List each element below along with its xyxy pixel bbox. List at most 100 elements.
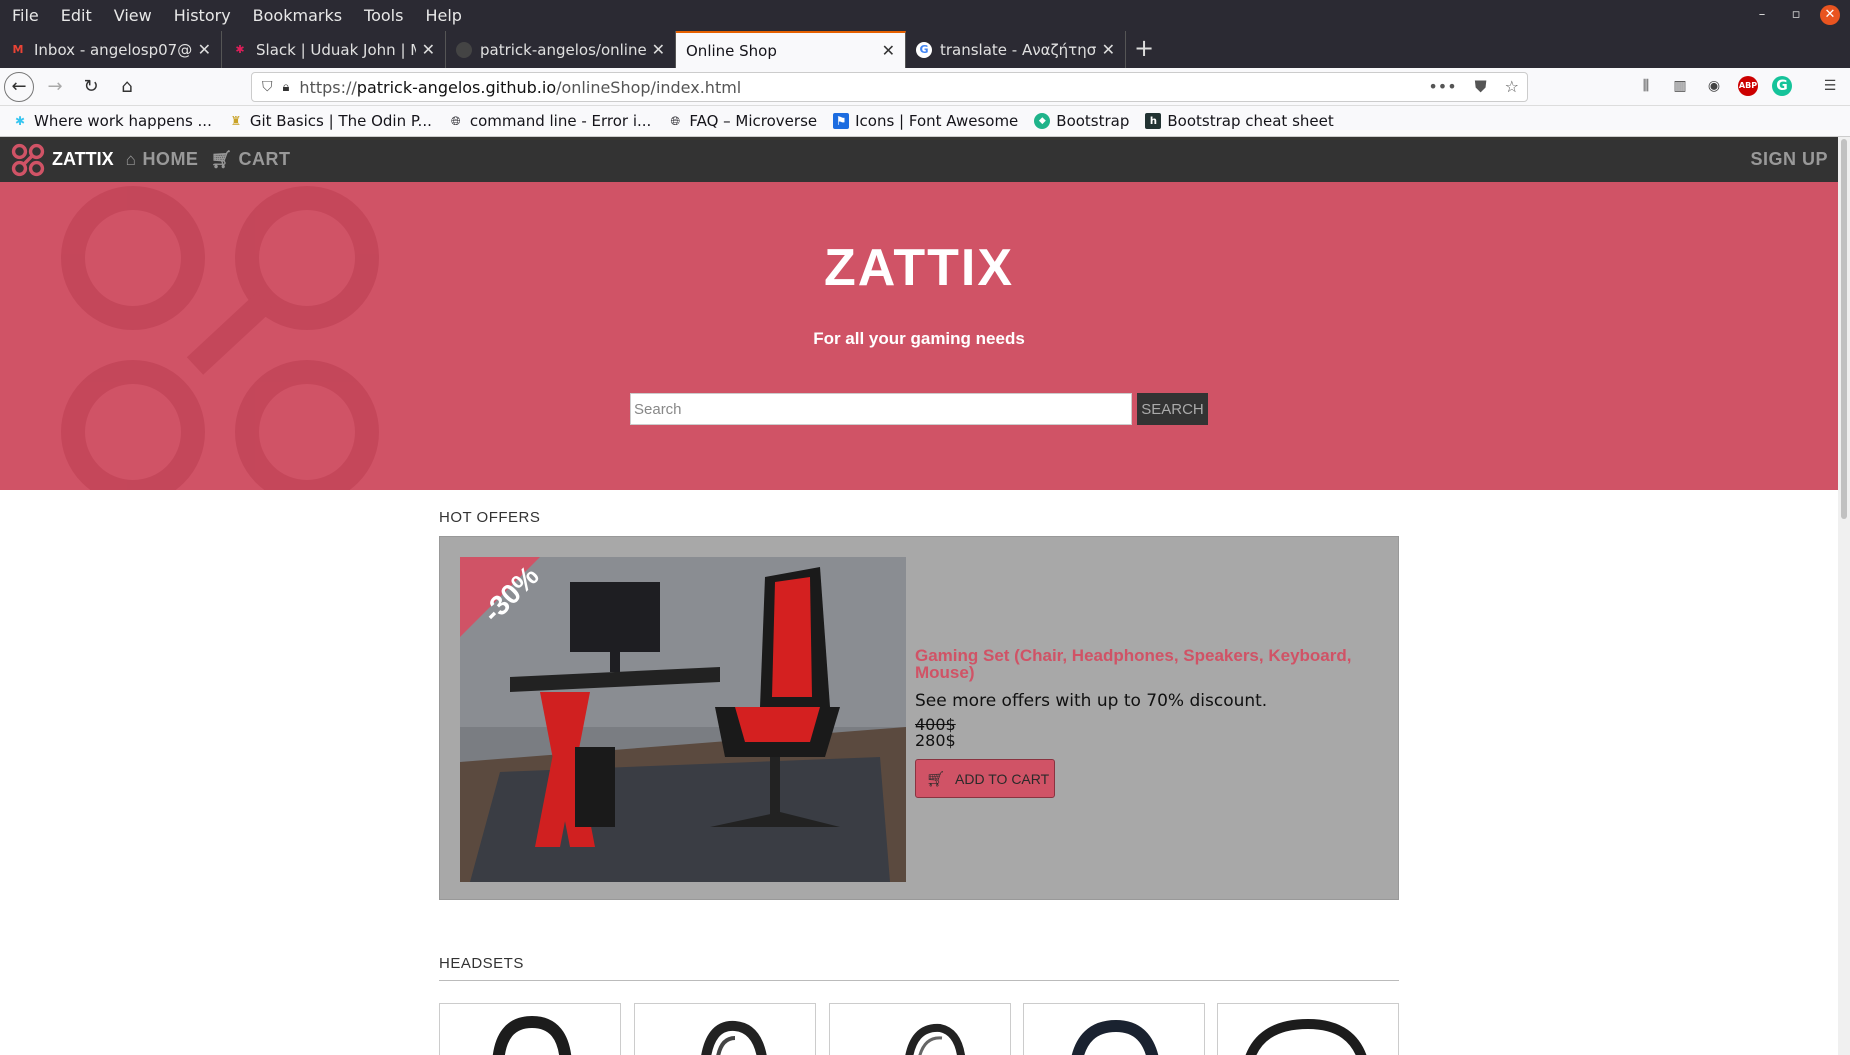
tab-online-shop[interactable]: Online Shop ✕ (676, 31, 906, 68)
tab-github[interactable]: patrick-angelos/onlineShop ✕ (446, 31, 676, 68)
library-icon[interactable]: ⫼ (1636, 76, 1656, 96)
menu-edit[interactable]: Edit (61, 6, 92, 25)
github-icon (456, 41, 472, 58)
close-tab-icon[interactable]: ✕ (422, 40, 435, 59)
tab-slack[interactable]: ✱ Slack | Uduak John | Microverse ✕ (222, 31, 446, 68)
tab-title: patrick-angelos/onlineShop (480, 40, 646, 59)
account-icon[interactable]: ◉ (1704, 76, 1724, 96)
hamburger-menu-icon[interactable]: ☰ (1820, 76, 1840, 96)
adblock-icon[interactable]: ABP (1738, 76, 1758, 96)
hot-offers-heading: HOT OFFERS (439, 509, 541, 526)
back-icon[interactable]: ← (4, 71, 34, 102)
hero-banner: ZATTIX For all your gaming needs Search … (0, 182, 1838, 490)
hot-offer-card: -30% Gaming Set (Chair, Headphones, Spea… (439, 536, 1399, 900)
menu-tools[interactable]: Tools (364, 6, 403, 25)
add-to-cart-label: ADD TO CART (955, 770, 1050, 787)
bookmark-item[interactable]: ⚑ Icons | Font Awesome (833, 112, 1018, 130)
bookmark-label: Where work happens ... (34, 112, 212, 130)
gmail-icon: M (12, 43, 24, 56)
tab-gmail[interactable]: M Inbox - angelosp07@gmail.com ✕ (0, 31, 222, 68)
home-icon[interactable]: ⌂ (112, 72, 142, 102)
sidebar-icon[interactable]: ▥ (1670, 76, 1690, 96)
lock-icon[interactable]: 🔒︎ (283, 80, 290, 95)
nav-home-label: HOME (142, 149, 199, 169)
grammarly-icon[interactable]: G (1772, 76, 1792, 96)
url-path: /onlineShop/index.html (556, 77, 742, 97)
tab-bar: M Inbox - angelosp07@gmail.com ✕ ✱ Slack… (0, 31, 1850, 68)
globe-icon: 🌐︎ (451, 113, 461, 128)
bookmark-item[interactable]: 🌐︎ command line - Error i... (448, 112, 651, 130)
close-tab-icon[interactable]: ✕ (1102, 40, 1115, 59)
section-divider (439, 980, 1399, 981)
close-tab-icon[interactable]: ✕ (198, 40, 211, 59)
new-tab-icon[interactable]: + (1126, 31, 1162, 68)
headset-card[interactable] (634, 1003, 816, 1055)
bootstrap-icon: ◆ (1034, 113, 1051, 129)
gaming-set-image[interactable]: -30% (460, 557, 906, 882)
headset-image (701, 1020, 767, 1055)
menu-history[interactable]: History (174, 6, 231, 25)
page-actions-icon[interactable]: ••• (1428, 77, 1456, 97)
headsets-heading: HEADSETS (439, 955, 524, 972)
pocket-icon[interactable]: ⛊ (1475, 77, 1487, 97)
nav-cart-label: CART (238, 149, 291, 169)
headset-card[interactable] (439, 1003, 621, 1055)
reload-icon[interactable]: ↻ (76, 72, 106, 102)
tab-google-translate[interactable]: G translate - Αναζήτηση Google ✕ (906, 31, 1126, 68)
bookmark-label: command line - Error i... (469, 112, 652, 130)
close-tab-icon[interactable]: ✕ (652, 40, 665, 59)
close-tab-icon[interactable]: ✕ (882, 41, 895, 60)
bookmark-item[interactable]: 🌐︎ FAQ – Microverse (667, 112, 818, 130)
headset-image (1245, 1018, 1367, 1055)
hero-title: ZATTIX (823, 239, 1015, 297)
bookmark-label: FAQ – Microverse (689, 112, 818, 130)
menu-view[interactable]: View (114, 6, 152, 25)
bookmark-item[interactable]: ◆ Bootstrap (1034, 112, 1129, 130)
google-icon: G (916, 41, 932, 58)
nav-signup[interactable]: SIGN UP (1750, 149, 1828, 170)
menu-file[interactable]: File (12, 6, 39, 25)
bookmark-label: Icons | Font Awesome (855, 112, 1019, 130)
h-icon: h (1145, 113, 1162, 129)
tracking-shield-icon[interactable]: ⛉ (262, 79, 273, 95)
headset-card[interactable] (829, 1003, 1011, 1055)
bookmark-item[interactable]: ✱ Where work happens ... (12, 112, 212, 130)
scrollbar-thumb[interactable] (1841, 139, 1847, 519)
offer-new-price: 280$ (915, 731, 956, 750)
page-viewport: ZATTIX ⌂ HOME 🛒︎ CART SIGN UP ZATTIX For… (0, 137, 1850, 1055)
offer-details: Gaming Set (Chair, Headphones, Speakers,… (915, 647, 1375, 798)
tab-title: Online Shop (686, 41, 777, 60)
bookmark-label: Bootstrap (1056, 112, 1130, 130)
menu-bookmarks[interactable]: Bookmarks (253, 6, 342, 25)
headset-card[interactable] (1023, 1003, 1205, 1055)
bookmark-item[interactable]: ♜ Git Basics | The Odin P... (228, 112, 431, 130)
flag-icon: ⚑ (833, 113, 850, 129)
offer-product-name[interactable]: Gaming Set (Chair, Headphones, Speakers,… (915, 647, 1375, 681)
offer-old-price: 400$ (915, 715, 956, 734)
bookmark-item[interactable]: h Bootstrap cheat sheet (1145, 112, 1334, 130)
headset-card[interactable] (1217, 1003, 1399, 1055)
slack-icon: ✱ (235, 43, 245, 56)
search-button[interactable]: SEARCH (1137, 393, 1208, 425)
bookmarks-toolbar: ✱ Where work happens ... ♜ Git Basics | … (0, 106, 1850, 137)
close-window-icon[interactable]: ✕ (1820, 5, 1840, 25)
page-scrollbar[interactable] (1838, 137, 1850, 1055)
nav-home[interactable]: ⌂ HOME (126, 149, 199, 170)
tab-title: translate - Αναζήτηση Google (940, 40, 1096, 59)
headset-image (492, 1015, 572, 1055)
add-to-cart-button[interactable]: 🛒︎ ADD TO CART (915, 759, 1055, 798)
site-navbar: ZATTIX ⌂ HOME 🛒︎ CART SIGN UP (0, 137, 1838, 182)
home-icon: ⌂ (125, 149, 137, 169)
nav-cart[interactable]: 🛒︎ CART (210, 149, 290, 170)
address-bar[interactable]: ⛉ 🔒︎ https:// patrick-angelos.github.io … (251, 72, 1528, 102)
bookmark-star-icon[interactable]: ☆ (1505, 77, 1519, 97)
brand-link[interactable]: ZATTIX (11, 143, 114, 177)
zattix-logo-icon (11, 143, 45, 176)
restore-icon[interactable]: ▫ (1786, 5, 1806, 25)
minimize-icon[interactable]: – (1752, 5, 1772, 25)
url-host: patrick-angelos.github.io (356, 77, 557, 97)
forward-icon[interactable]: → (40, 72, 70, 102)
globe-icon: 🌐︎ (670, 113, 681, 128)
search-input[interactable]: Search (630, 393, 1132, 425)
menu-help[interactable]: Help (425, 6, 461, 25)
